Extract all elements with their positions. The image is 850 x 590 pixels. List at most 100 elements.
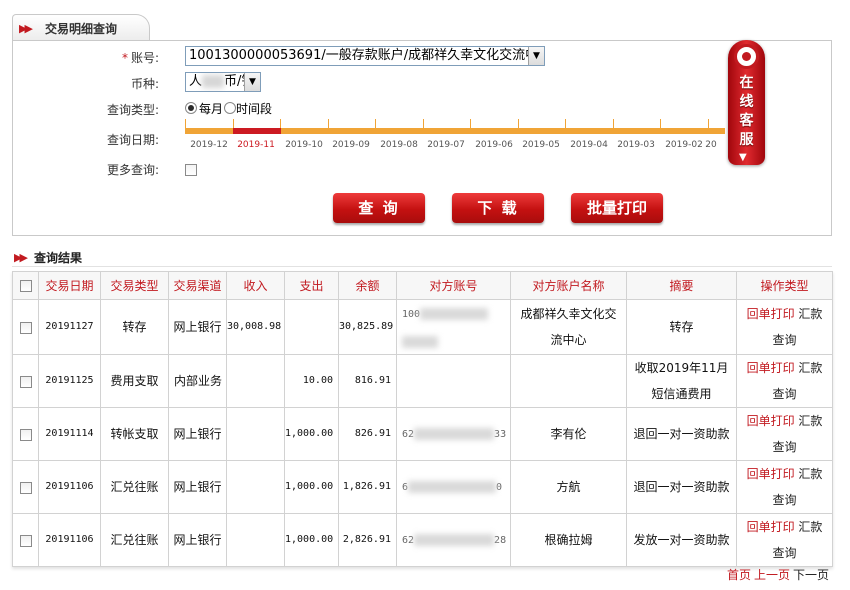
currency-select[interactable]: 人币/钞 ▼ [185, 72, 261, 92]
cell-counter-name: 根确拉姆 [510, 513, 627, 567]
service-char: 线 [739, 94, 754, 110]
row-select-cell [12, 513, 39, 567]
service-char: 客 [739, 113, 754, 129]
row-checkbox[interactable] [19, 321, 32, 334]
more-query-checkbox[interactable] [185, 164, 197, 176]
table-row: 20191127 转存 网上银行 30,008.98 30,825.89 100… [12, 299, 833, 355]
row-select-cell [12, 460, 39, 514]
cell-type: 汇兑往账 [100, 513, 169, 567]
print-receipt-link[interactable]: 回单打印 [747, 361, 795, 375]
remit-query-link-2[interactable]: 查询 [772, 546, 796, 560]
remit-query-link-2[interactable]: 查询 [772, 387, 796, 401]
radio-monthly[interactable] [185, 102, 197, 114]
radio-period[interactable] [224, 102, 236, 114]
cell-balance: 816.91 [338, 354, 397, 408]
chevron-down-icon[interactable]: ▼ [244, 73, 260, 91]
remit-query-link-2[interactable]: 查询 [772, 333, 796, 347]
date-timeline[interactable] [185, 119, 725, 134]
cell-operations: 回单打印 汇款 查询 [736, 299, 833, 355]
table-row: 20191114 转帐支取 网上银行 1,000.00 826.91 62 33 … [12, 407, 833, 461]
timeline-month[interactable]: 2019-12 [187, 140, 231, 150]
cell-memo: 转存 [626, 299, 737, 355]
timeline-tick [185, 119, 186, 128]
remit-query-link[interactable]: 汇款 [798, 307, 822, 321]
cell-counter-account [396, 354, 511, 408]
timeline-month-selected[interactable]: 2019-11 [234, 140, 278, 150]
more-query-label: 更多查询: [106, 163, 159, 177]
batch-print-button[interactable]: 批量打印 [571, 193, 663, 223]
row-checkbox[interactable] [19, 534, 32, 547]
double-arrow-icon: ▶▶ [19, 22, 33, 35]
row-checkbox[interactable] [19, 481, 32, 494]
timeline-month[interactable]: 2019-06 [472, 140, 516, 150]
remit-query-link[interactable]: 汇款 [798, 520, 822, 534]
pager-next[interactable]: 下一页 [793, 566, 829, 583]
timeline-month[interactable]: 2019-08 [377, 140, 421, 150]
cell-expense: 1,000.00 [284, 460, 339, 514]
cell-type: 转存 [100, 299, 169, 355]
row-checkbox[interactable] [19, 375, 32, 388]
cell-date: 20191127 [38, 299, 101, 355]
row-checkbox[interactable] [19, 428, 32, 441]
redaction-blur [420, 307, 489, 320]
cell-expense: 1,000.00 [284, 407, 339, 461]
remit-query-link-2[interactable]: 查询 [772, 440, 796, 454]
pager-first[interactable]: 首页 [727, 566, 751, 583]
remit-query-link[interactable]: 汇款 [798, 467, 822, 481]
timeline-tick [280, 119, 281, 128]
cell-type: 费用支取 [100, 354, 169, 408]
account-prefix: 62 [402, 535, 415, 546]
account-suffix: 33 [494, 429, 507, 440]
results-title: 查询结果 [34, 251, 83, 265]
select-all-cell [12, 271, 39, 300]
timeline-month[interactable]: 2019-09 [329, 140, 373, 150]
cell-income [226, 513, 285, 567]
cell-type: 汇兑往账 [100, 460, 169, 514]
query-type-label: 查询类型: [106, 103, 159, 117]
account-select[interactable]: 1001300000053691/一般存款账户/成都祥久幸文化交流中心 ▼ [185, 46, 545, 66]
row-select-cell [12, 354, 39, 408]
cell-counter-account: 100 [396, 299, 511, 355]
cell-counter-name [510, 354, 627, 408]
cell-balance: 30,825.89 [338, 299, 397, 355]
timeline-tick [423, 119, 424, 128]
table-row: 20191106 汇兑往账 网上银行 1,000.00 2,826.91 62 2… [12, 513, 833, 567]
online-service-text: 在 线 客 服 [728, 74, 765, 150]
chevron-down-icon[interactable]: ▼ [528, 47, 544, 65]
account-suffix: 28 [494, 535, 507, 546]
print-receipt-link[interactable]: 回单打印 [747, 414, 795, 428]
timeline-month[interactable]: 2019-07 [424, 140, 468, 150]
timeline-month[interactable]: 20 [701, 140, 721, 150]
print-receipt-link[interactable]: 回单打印 [747, 520, 795, 534]
timeline-month[interactable]: 2019-10 [282, 140, 326, 150]
account-suffix: 0 [496, 482, 503, 493]
cell-channel: 网上银行 [168, 299, 227, 355]
cell-type: 转帐支取 [100, 407, 169, 461]
select-all-checkbox[interactable] [19, 280, 32, 292]
remit-query-link[interactable]: 汇款 [798, 414, 822, 428]
query-button[interactable]: 查 询 [333, 193, 425, 223]
online-service-button[interactable]: 在 线 客 服 ▼ [728, 40, 765, 165]
page-tab-body: ▶▶ 交易明细查询 [12, 14, 150, 41]
radio-monthly-label: 每月 [199, 102, 224, 116]
cell-balance: 1,826.91 [338, 460, 397, 514]
cell-counter-name: 李有伦 [510, 407, 627, 461]
column-header: 交易类型 [100, 271, 169, 300]
timeline-tick [328, 119, 329, 128]
remit-query-link-2[interactable]: 查询 [772, 493, 796, 507]
download-button[interactable]: 下 载 [452, 193, 544, 223]
pager-prev[interactable]: 上一页 [754, 566, 790, 583]
cell-operations: 回单打印 汇款 查询 [736, 407, 833, 461]
print-receipt-link[interactable]: 回单打印 [747, 307, 795, 321]
page-title: 交易明细查询 [45, 22, 118, 36]
remit-query-link[interactable]: 汇款 [798, 361, 822, 375]
print-receipt-link[interactable]: 回单打印 [747, 467, 795, 481]
cell-income [226, 407, 285, 461]
timeline-month[interactable]: 2019-04 [567, 140, 611, 150]
cell-income [226, 354, 285, 408]
timeline-month[interactable]: 2019-02 [662, 140, 706, 150]
timeline-month[interactable]: 2019-05 [519, 140, 563, 150]
account-select-value: 1001300000053691/一般存款账户/成都祥久幸文化交流中心 [189, 48, 545, 63]
cell-channel: 网上银行 [168, 460, 227, 514]
timeline-month[interactable]: 2019-03 [614, 140, 658, 150]
